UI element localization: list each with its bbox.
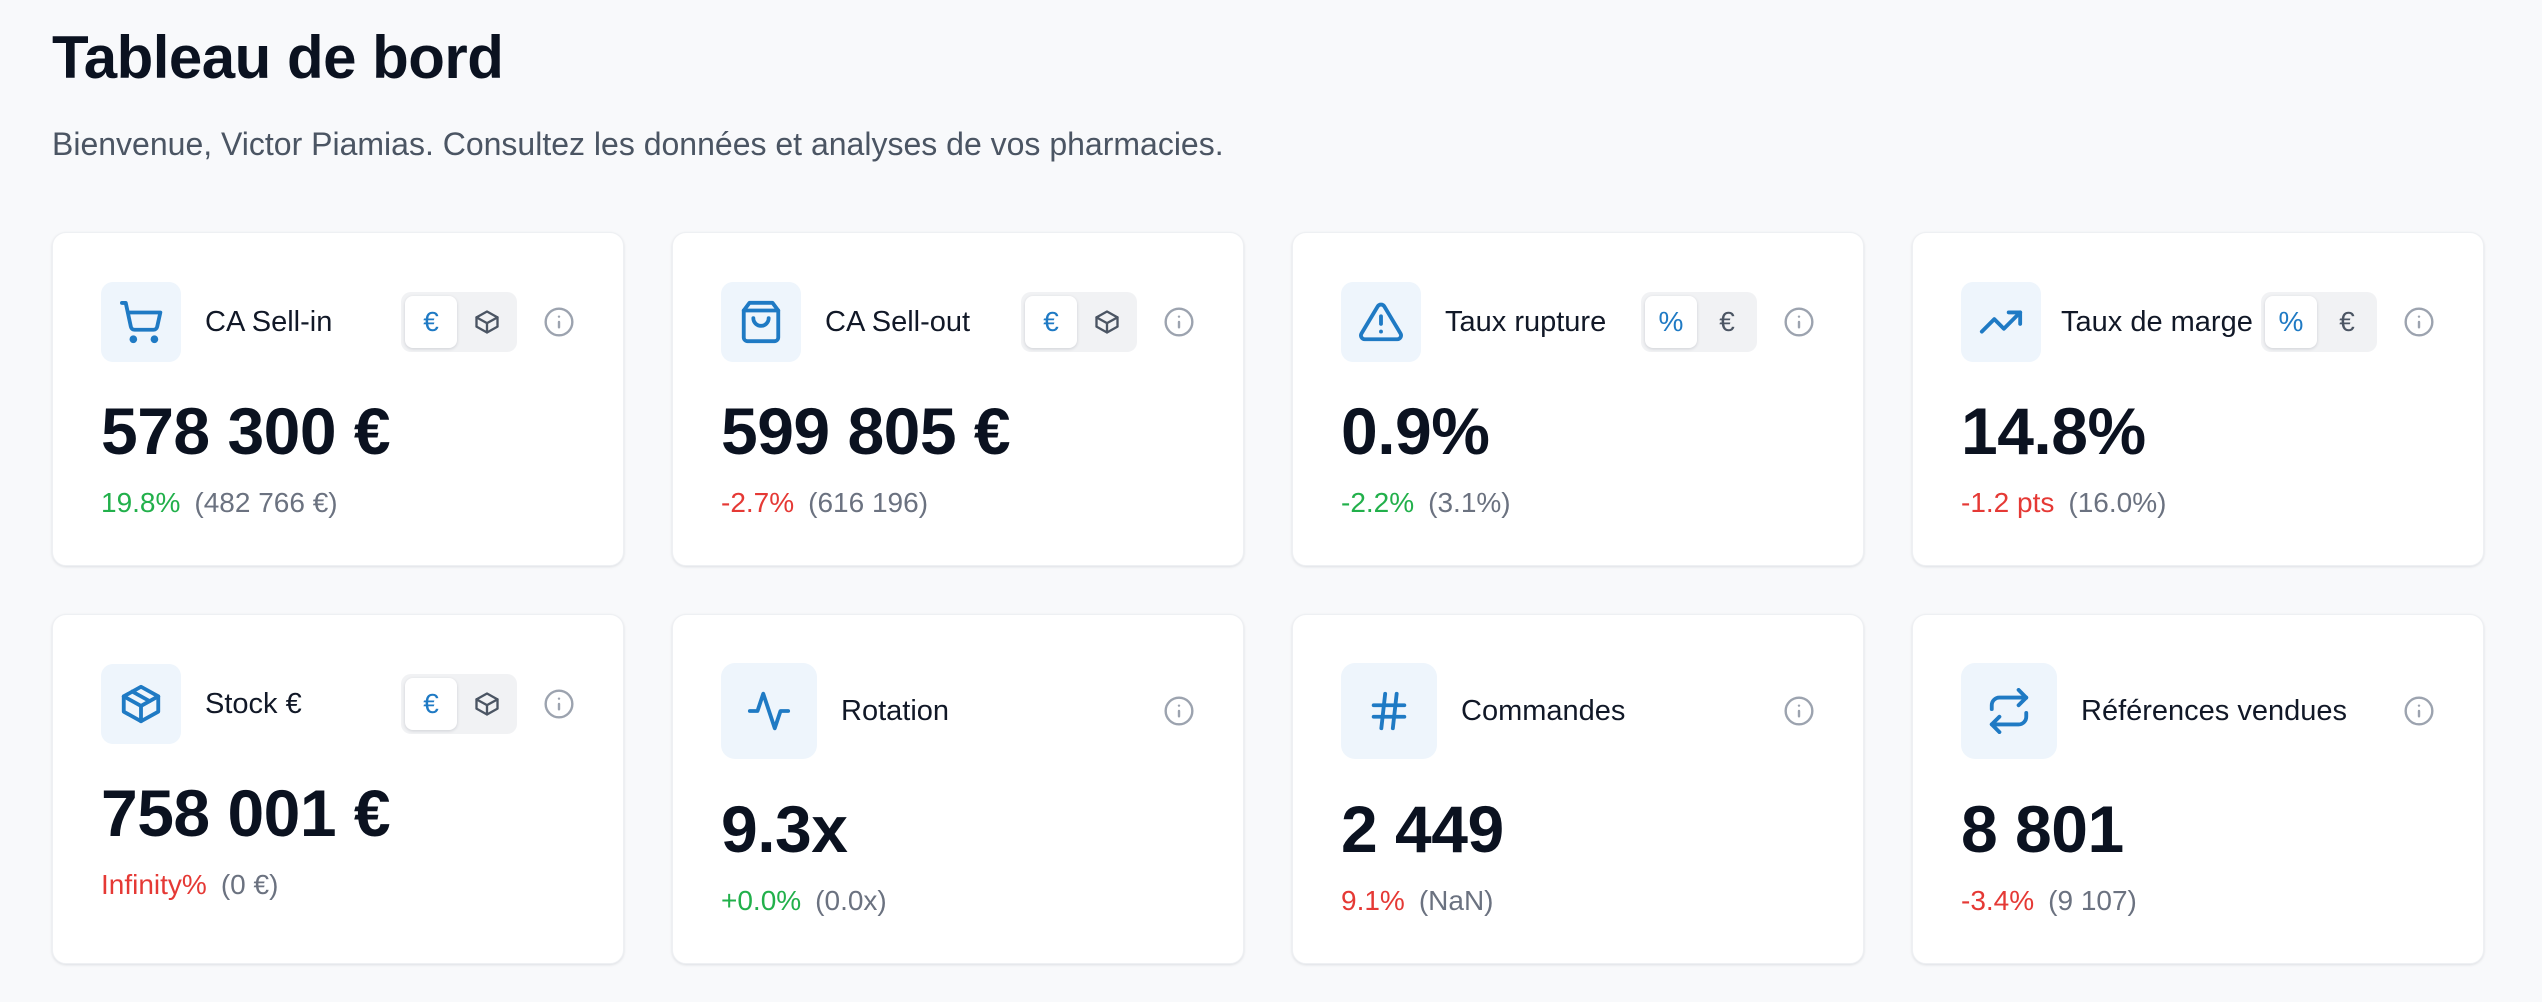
kpi-card-taux-de-marge: Taux de marge % € 14.8% -1.2 pts (16.0%)	[1912, 232, 2484, 566]
toggle-percent-button[interactable]: %	[1645, 296, 1697, 348]
toggle-euro-button[interactable]: €	[405, 678, 457, 730]
info-icon[interactable]	[2403, 306, 2435, 338]
info-icon[interactable]	[1783, 306, 1815, 338]
unit-toggle: €	[401, 674, 517, 734]
kpi-previous: (0 €)	[220, 869, 279, 900]
hash-icon	[1341, 663, 1437, 759]
page-subtitle: Bienvenue, Victor Piamias. Consultez les…	[52, 126, 1224, 162]
info-icon[interactable]	[1163, 695, 1195, 727]
info-icon[interactable]	[2403, 695, 2435, 727]
toggle-euro-button[interactable]: €	[1701, 296, 1753, 348]
kpi-card-references-vendues: Références vendues 8 801 -3.4% (9 107)	[1912, 614, 2484, 964]
kpi-label: CA Sell-out	[825, 305, 971, 338]
repeat-icon	[1961, 663, 2057, 759]
kpi-delta: -2.2%	[1341, 487, 1415, 518]
toggle-units-button[interactable]	[461, 678, 513, 730]
kpi-value: 758 001 €	[101, 776, 391, 850]
info-icon[interactable]	[543, 688, 575, 720]
kpi-delta: -3.4%	[1961, 885, 2035, 916]
kpi-delta: 19.8%	[101, 487, 181, 518]
kpi-card-ca-sell-in: CA Sell-in € 578 300 € 19.8% (482 766 €)	[52, 232, 624, 566]
kpi-label: Commandes	[1461, 694, 1626, 727]
unit-toggle: % €	[1641, 292, 1757, 352]
kpi-value: 2 449	[1341, 792, 1504, 866]
kpi-value: 578 300 €	[101, 394, 391, 468]
kpi-delta: -2.7%	[721, 487, 795, 518]
unit-toggle: €	[1021, 292, 1137, 352]
shopping-bag-icon	[721, 282, 801, 362]
info-icon[interactable]	[1163, 306, 1195, 338]
kpi-previous: (NaN)	[1418, 885, 1494, 916]
kpi-label: Rotation	[841, 694, 950, 727]
kpi-previous: (0.0x)	[815, 885, 887, 916]
toggle-euro-button[interactable]: €	[1025, 296, 1077, 348]
box-icon	[475, 310, 499, 334]
toggle-units-button[interactable]	[1081, 296, 1133, 348]
shopping-cart-icon	[101, 282, 181, 362]
kpi-label: Références vendues	[2081, 694, 2347, 727]
alert-triangle-icon	[1341, 282, 1421, 362]
box-icon	[475, 692, 499, 716]
info-icon[interactable]	[543, 306, 575, 338]
kpi-value: 14.8%	[1961, 394, 2146, 468]
toggle-percent-button[interactable]: %	[2265, 296, 2317, 348]
toggle-euro-button[interactable]: €	[2321, 296, 2373, 348]
info-icon[interactable]	[1783, 695, 1815, 727]
kpi-card-taux-rupture: Taux rupture % € 0.9% -2.2% (3.1%)	[1292, 232, 1864, 566]
kpi-delta: -1.2 pts	[1961, 487, 2055, 518]
kpi-delta: 9.1%	[1341, 885, 1405, 916]
kpi-value: 0.9%	[1341, 394, 1490, 468]
kpi-delta: Infinity%	[101, 869, 207, 900]
kpi-value: 8 801	[1961, 792, 2124, 866]
kpi-value: 9.3x	[721, 792, 848, 866]
kpi-grid-row-2: Stock € € 758 001 € Infinity% (0 €) Rota…	[52, 614, 2490, 964]
unit-toggle: €	[401, 292, 517, 352]
kpi-card-ca-sell-out: CA Sell-out € 599 805 € -2.7% (616 196)	[672, 232, 1244, 566]
kpi-previous: (16.0%)	[2068, 487, 2167, 518]
kpi-previous: (482 766 €)	[194, 487, 338, 518]
page-title: Tableau de bord	[52, 24, 504, 91]
kpi-delta: +0.0%	[721, 885, 802, 916]
kpi-previous: (3.1%)	[1428, 487, 1511, 518]
kpi-label: Taux de marge	[2061, 305, 2253, 338]
kpi-card-commandes: Commandes 2 449 9.1% (NaN)	[1292, 614, 1864, 964]
kpi-card-rotation: Rotation 9.3x +0.0% (0.0x)	[672, 614, 1244, 964]
activity-icon	[721, 663, 817, 759]
dashboard-page: Tableau de bord Bienvenue, Victor Piamia…	[0, 0, 2542, 964]
kpi-value: 599 805 €	[721, 394, 1011, 468]
box-icon	[1095, 310, 1119, 334]
kpi-label: Stock €	[205, 687, 302, 720]
kpi-previous: (9 107)	[2048, 885, 2137, 916]
kpi-card-stock: Stock € € 758 001 € Infinity% (0 €)	[52, 614, 624, 964]
trending-up-icon	[1961, 282, 2041, 362]
kpi-grid-row-1: CA Sell-in € 578 300 € 19.8% (482 766 €)	[52, 232, 2490, 566]
package-icon	[101, 664, 181, 744]
kpi-previous: (616 196)	[808, 487, 929, 518]
kpi-label: CA Sell-in	[205, 305, 333, 338]
unit-toggle: % €	[2261, 292, 2377, 352]
kpi-label: Taux rupture	[1445, 305, 1607, 338]
toggle-euro-button[interactable]: €	[405, 296, 457, 348]
toggle-units-button[interactable]	[461, 296, 513, 348]
